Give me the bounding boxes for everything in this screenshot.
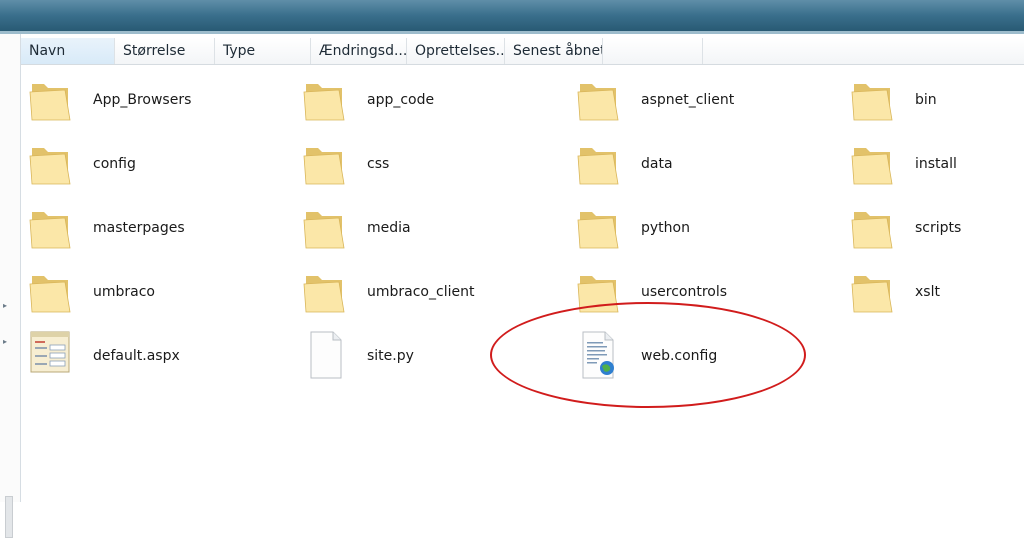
aspx-file-icon — [30, 331, 70, 373]
folder-label: App_Browsers — [93, 92, 192, 108]
column-modified[interactable]: Ændringsd... — [311, 38, 407, 64]
folder-scripts[interactable]: scripts — [843, 198, 1024, 254]
folder-icon — [303, 84, 345, 121]
pane-scrollbar[interactable] — [5, 496, 13, 538]
folder-media[interactable]: media — [295, 198, 545, 254]
sort-ascending-icon: ^ — [65, 38, 73, 45]
folder-label: masterpages — [93, 220, 185, 236]
folder-app-browsers[interactable]: App_Browsers — [21, 70, 271, 126]
folder-umbraco-client[interactable]: umbraco_client — [295, 262, 545, 318]
column-modified-label: Ændringsd... — [319, 43, 407, 59]
folder-icon — [29, 84, 71, 121]
pane-scroll-down-icon[interactable]: ▸ — [3, 338, 13, 346]
folder-bin[interactable]: bin — [843, 70, 1024, 126]
folder-icon — [577, 84, 619, 121]
folder-css[interactable]: css — [295, 134, 545, 190]
column-accessed[interactable]: Senest åbnet — [505, 38, 603, 64]
blank-file-icon — [310, 331, 342, 379]
folder-icon — [303, 276, 345, 313]
file-default-aspx[interactable]: default.aspx — [21, 326, 271, 382]
column-created-label: Oprettelses... — [415, 43, 505, 59]
window-titlebar — [0, 0, 1024, 34]
pane-scroll-up-icon[interactable]: ▸ — [3, 302, 13, 310]
folder-icon — [29, 148, 71, 185]
folder-label: css — [367, 156, 390, 172]
folder-install[interactable]: install — [843, 134, 1024, 190]
folder-label: data — [641, 156, 673, 172]
folder-icon — [577, 212, 619, 249]
column-created[interactable]: Oprettelses... — [407, 38, 505, 64]
folder-label: xslt — [915, 284, 940, 300]
folder-icon — [29, 212, 71, 249]
column-type-label: Type — [223, 43, 256, 59]
folder-label: umbraco — [93, 284, 155, 300]
folder-xslt[interactable]: xslt — [843, 262, 1024, 318]
folder-aspnet-client[interactable]: aspnet_client — [569, 70, 819, 126]
folder-masterpages[interactable]: masterpages — [21, 198, 271, 254]
navigation-pane[interactable]: ▸ ▸ — [0, 34, 21, 538]
file-label: default.aspx — [93, 348, 180, 364]
column-accessed-label: Senest åbnet — [513, 43, 603, 59]
folder-label: aspnet_client — [641, 92, 735, 108]
folder-label: usercontrols — [641, 284, 728, 300]
folder-app-code[interactable]: app_code — [295, 70, 545, 126]
column-type[interactable]: Type — [215, 38, 311, 64]
folder-label: bin — [915, 92, 937, 108]
folder-config[interactable]: config — [21, 134, 271, 190]
folder-label: install — [915, 156, 957, 172]
folder-icon — [851, 212, 893, 249]
folder-icon — [29, 276, 71, 313]
column-name[interactable]: ^ Navn — [21, 38, 115, 64]
folder-icon — [303, 212, 345, 249]
folder-label: media — [367, 220, 411, 236]
folder-label: config — [93, 156, 136, 172]
column-name-label: Navn — [29, 43, 66, 59]
folder-icon — [303, 148, 345, 185]
folder-icon — [851, 84, 893, 121]
column-size-label: Størrelse — [123, 43, 186, 59]
folder-python[interactable]: python — [569, 198, 819, 254]
folder-label: app_code — [367, 92, 435, 108]
folder-label: python — [641, 220, 690, 236]
folder-umbraco[interactable]: umbraco — [21, 262, 271, 318]
folder-label: scripts — [915, 220, 962, 236]
folder-data[interactable]: data — [569, 134, 819, 190]
column-empty — [603, 38, 703, 64]
highlight-circle — [490, 302, 806, 408]
column-size[interactable]: Størrelse — [115, 38, 215, 64]
folder-label: umbraco_client — [367, 284, 475, 300]
file-label: site.py — [367, 348, 414, 364]
folder-icon — [577, 148, 619, 185]
folder-icon — [851, 148, 893, 185]
folder-icon — [851, 276, 893, 313]
file-grid: App_Browsers app_code aspnet_client bin … — [21, 66, 1024, 486]
column-header: ^ Navn Størrelse Type Ændringsd... Opret… — [21, 38, 1024, 65]
